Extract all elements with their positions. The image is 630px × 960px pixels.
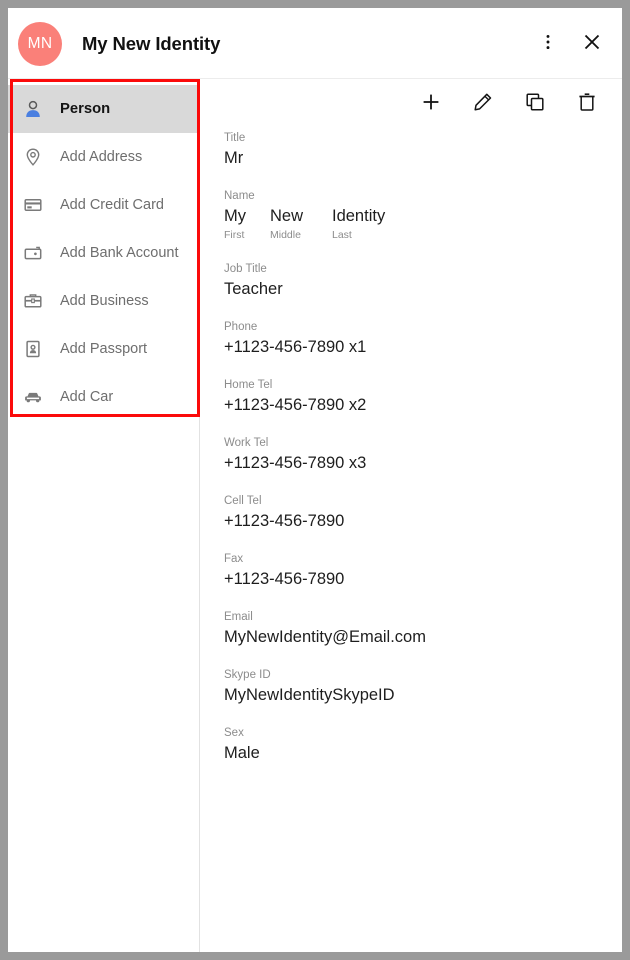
field-sublabel: Middle <box>270 229 301 241</box>
sidebar-item-add-credit-card[interactable]: Add Credit Card <box>8 181 199 229</box>
field-name: Name My First New Middle Identity Last <box>224 189 622 242</box>
field-home-tel: Home Tel +1123-456-7890 x2 <box>224 378 622 416</box>
sidebar-item-label: Add Business <box>60 293 149 309</box>
location-pin-icon <box>22 146 44 168</box>
briefcase-icon <box>22 290 44 312</box>
field-sublabel: Last <box>332 229 352 241</box>
field-fax: Fax +1123-456-7890 <box>224 552 622 590</box>
person-icon <box>22 98 44 120</box>
sidebar-item-person[interactable]: Person <box>8 85 199 133</box>
close-button[interactable] <box>578 30 606 58</box>
delete-button[interactable] <box>574 90 600 116</box>
pencil-icon <box>472 91 494 116</box>
trash-icon <box>576 91 598 116</box>
field-label: Phone <box>224 321 258 333</box>
field-value: +1123-456-7890 x3 <box>224 454 367 472</box>
copy-button[interactable] <box>522 90 548 116</box>
field-value: My <box>224 207 246 225</box>
wallet-icon <box>22 242 44 264</box>
field-label: Email <box>224 611 253 623</box>
application-window: MN My New Identity Person Add Address Ad… <box>8 8 622 952</box>
add-icon <box>420 91 442 116</box>
sidebar-item-label: Add Address <box>60 149 143 165</box>
field-label: Fax <box>224 553 244 565</box>
name-last: Identity Last <box>332 206 385 242</box>
field-skype-id: Skype ID MyNewIdentitySkypeID <box>224 668 622 706</box>
page-title: My New Identity <box>82 32 221 54</box>
sidebar-item-add-bank-account[interactable]: Add Bank Account <box>8 229 199 277</box>
close-icon <box>581 31 603 56</box>
sidebar: Person Add Address Add Credit Card Add B… <box>8 79 200 952</box>
name-parts: My First New Middle Identity Last <box>224 206 622 242</box>
field-label: Work Tel <box>224 437 269 449</box>
name-middle: New Middle <box>270 206 324 242</box>
window-body: Person Add Address Add Credit Card Add B… <box>8 79 622 952</box>
field-value: +1123-456-7890 <box>224 512 345 530</box>
add-button[interactable] <box>418 90 444 116</box>
field-work-tel: Work Tel +1123-456-7890 x3 <box>224 436 622 474</box>
passport-icon <box>22 338 44 360</box>
field-value: Teacher <box>224 280 283 298</box>
name-first: My First <box>224 206 262 242</box>
field-label: Sex <box>224 727 244 739</box>
field-label: Cell Tel <box>224 495 262 507</box>
field-sex: Sex Male <box>224 726 622 764</box>
field-label: Skype ID <box>224 669 271 681</box>
detail-panel: Title Mr Name My First New Middle Identi… <box>200 79 622 952</box>
more-options-button[interactable] <box>534 30 562 58</box>
sidebar-item-add-car[interactable]: Add Car <box>8 373 199 421</box>
sidebar-item-label: Add Car <box>60 389 114 405</box>
sidebar-item-add-passport[interactable]: Add Passport <box>8 325 199 373</box>
field-job-title: Job Title Teacher <box>224 262 622 300</box>
more-vertical-icon <box>538 32 558 55</box>
sidebar-item-label: Person <box>60 101 111 117</box>
detail-toolbar <box>224 79 622 127</box>
field-cell-tel: Cell Tel +1123-456-7890 <box>224 494 622 532</box>
identity-field-list: Title Mr Name My First New Middle Identi… <box>224 127 622 764</box>
field-value: +1123-456-7890 <box>224 570 345 588</box>
titlebar-actions <box>534 30 606 58</box>
titlebar: MN My New Identity <box>8 8 622 79</box>
avatar-initials: MN <box>27 34 53 52</box>
avatar: MN <box>18 21 62 66</box>
field-sublabel: First <box>224 229 245 241</box>
car-icon <box>22 386 44 408</box>
field-value: MyNewIdentity@Email.com <box>224 628 426 646</box>
copy-icon <box>524 91 546 116</box>
field-label: Home Tel <box>224 379 273 391</box>
sidebar-item-label: Add Bank Account <box>60 245 179 261</box>
edit-button[interactable] <box>470 90 496 116</box>
field-email: Email MyNewIdentity@Email.com <box>224 610 622 648</box>
field-value: +1123-456-7890 x1 <box>224 338 367 356</box>
field-label: Job Title <box>224 263 267 275</box>
sidebar-item-add-business[interactable]: Add Business <box>8 277 199 325</box>
field-value: Identity <box>332 207 386 225</box>
field-value: Male <box>224 744 260 762</box>
field-value: MyNewIdentitySkypeID <box>224 686 395 704</box>
field-value: New <box>270 207 304 225</box>
sidebar-item-add-address[interactable]: Add Address <box>8 133 199 181</box>
field-label: Name <box>224 190 255 202</box>
field-value: Mr <box>224 149 244 167</box>
field-value: +1123-456-7890 x2 <box>224 396 367 414</box>
sidebar-item-label: Add Passport <box>60 341 148 357</box>
credit-card-icon <box>22 194 44 216</box>
field-title: Title Mr <box>224 131 622 169</box>
field-label: Title <box>224 132 246 144</box>
sidebar-item-label: Add Credit Card <box>60 197 164 213</box>
field-phone: Phone +1123-456-7890 x1 <box>224 320 622 358</box>
